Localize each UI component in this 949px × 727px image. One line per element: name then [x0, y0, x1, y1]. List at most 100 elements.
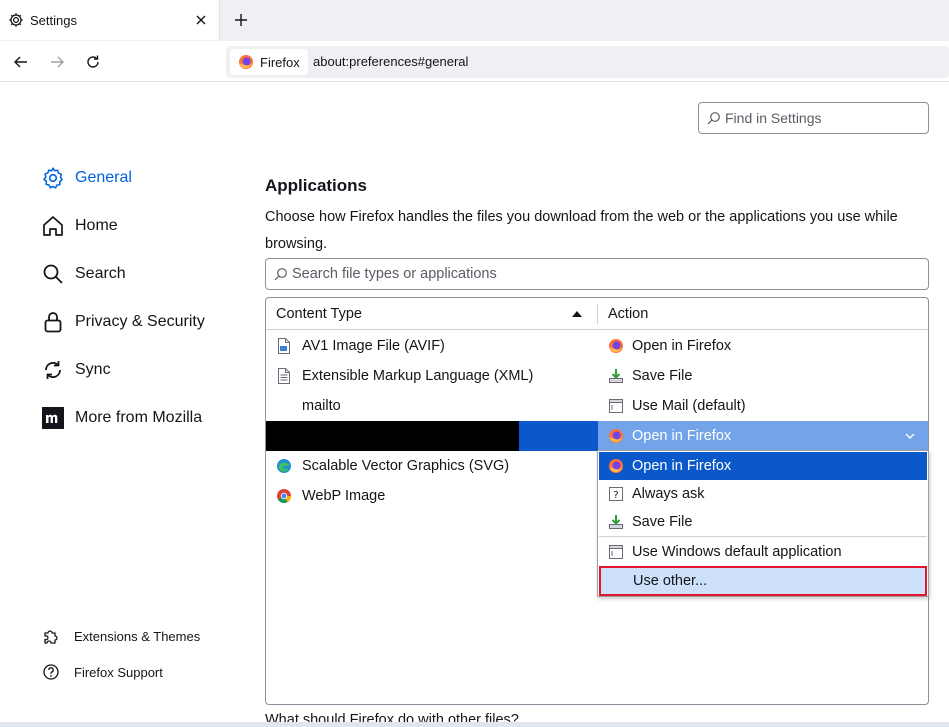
close-tab-icon[interactable]	[191, 10, 211, 30]
tab-title: Settings	[30, 12, 77, 28]
column-header-action[interactable]: Action	[608, 298, 648, 330]
action-cell[interactable]: Use Mail (default)	[608, 391, 746, 421]
option-label: Use Windows default application	[632, 544, 842, 560]
option-label: Use other...	[633, 573, 708, 589]
column-label: Content Type	[276, 306, 362, 322]
search-icon	[40, 261, 66, 287]
home-icon	[40, 213, 66, 239]
option-open-in-firefox[interactable]: Open in Firefox	[599, 452, 927, 480]
save-file-icon	[608, 514, 624, 530]
navigation-bar: Firefox about:preferences#general	[0, 41, 949, 82]
url-text[interactable]: about:preferences#general	[313, 54, 468, 69]
option-label: Always ask	[632, 486, 705, 502]
table-row[interactable]: mailto Use Mail (default)	[266, 391, 928, 421]
help-icon	[42, 663, 60, 681]
redacted-content-type	[266, 421, 519, 451]
content-type-cell: Extensible Markup Language (XML)	[276, 361, 533, 391]
table-row[interactable]: Extensible Markup Language (XML) Save Fi…	[266, 361, 928, 391]
firefox-support-link[interactable]: Firefox Support	[42, 663, 163, 681]
category-label: Privacy & Security	[75, 313, 205, 330]
content-type-label: WebP Image	[302, 488, 386, 504]
content-type-label: mailto	[302, 398, 341, 414]
firefox-support-label: Firefox Support	[74, 664, 163, 680]
identity-label: Firefox	[260, 54, 300, 70]
action-label: Use Mail (default)	[632, 398, 746, 414]
column-header-content-type[interactable]: Content Type	[276, 298, 596, 330]
table-row[interactable]: AV1 Image File (AVIF) Open in Firefox	[266, 331, 928, 361]
table-row-selected[interactable]: Open in Firefox	[266, 421, 928, 451]
chrome-icon	[276, 488, 292, 504]
category-label: More from Mozilla	[75, 409, 203, 426]
content-type-label: AV1 Image File (AVIF)	[302, 338, 445, 354]
sync-icon	[40, 357, 66, 383]
category-label: Home	[75, 217, 118, 234]
action-label: Open in Firefox	[632, 338, 732, 354]
action-dropdown[interactable]: Open in Firefox	[598, 421, 928, 451]
image-file-icon	[276, 338, 292, 354]
gear-icon	[8, 12, 24, 28]
search-icon	[707, 111, 721, 125]
category-general[interactable]: General	[40, 160, 230, 196]
search-file-types[interactable]	[265, 258, 929, 290]
app-window-icon	[608, 398, 624, 414]
content-type-cell: WebP Image	[276, 481, 385, 511]
content-type-cell: mailto	[276, 391, 341, 421]
content-type-label: Extensible Markup Language (XML)	[302, 368, 534, 384]
tab-settings[interactable]: Settings	[0, 0, 220, 40]
option-use-other[interactable]: Use other...	[599, 566, 927, 596]
find-in-settings[interactable]	[698, 102, 929, 134]
firefox-icon	[608, 428, 624, 444]
column-label: Action	[608, 306, 649, 322]
sort-ascending-icon	[572, 311, 582, 317]
forward-arrow-icon[interactable]	[46, 51, 68, 73]
category-label: Sync	[75, 361, 111, 378]
url-bar[interactable]: Firefox about:preferences#general	[226, 46, 949, 78]
option-label: Save File	[632, 514, 693, 530]
content-type-cell: AV1 Image File (AVIF)	[276, 331, 445, 361]
lock-icon	[40, 309, 66, 335]
document-file-icon	[276, 368, 292, 384]
action-label: Save File	[632, 368, 693, 384]
category-sync[interactable]: Sync	[40, 352, 230, 388]
option-use-windows-default[interactable]: Use Windows default application	[599, 538, 927, 566]
firefox-icon	[608, 458, 624, 474]
puzzle-icon	[42, 627, 60, 645]
table-header: Content Type Action	[266, 298, 928, 330]
category-more-from-mozilla[interactable]: More from Mozilla	[40, 400, 230, 436]
search-file-types-input[interactable]	[292, 266, 912, 282]
category-privacy-security[interactable]: Privacy & Security	[40, 304, 230, 340]
category-search[interactable]: Search	[40, 256, 230, 292]
firefox-icon	[608, 338, 624, 354]
applications-title: Applications	[265, 176, 368, 195]
option-always-ask[interactable]: ? Always ask	[599, 480, 927, 508]
tab-strip: Settings	[0, 0, 949, 41]
blank-icon	[276, 398, 292, 414]
category-label: Search	[75, 265, 126, 282]
find-in-settings-input[interactable]	[725, 110, 915, 126]
applications-description: Choose how Firefox handles the files you…	[265, 209, 898, 252]
content-type-cell: Scalable Vector Graphics (SVG)	[276, 451, 509, 481]
extensions-themes-label: Extensions & Themes	[74, 628, 201, 644]
gear-icon	[40, 165, 66, 191]
action-dropdown-list: Open in Firefox ? Always ask Save File U…	[597, 450, 929, 597]
taskbar-edge	[0, 722, 949, 727]
reload-icon[interactable]	[82, 51, 104, 73]
new-tab-icon[interactable]	[230, 9, 252, 31]
option-save-file[interactable]: Save File	[599, 508, 927, 536]
identity-box[interactable]: Firefox	[230, 49, 308, 75]
option-separator	[599, 536, 927, 537]
action-cell[interactable]: Open in Firefox	[608, 331, 731, 361]
back-arrow-icon[interactable]	[10, 51, 32, 73]
app-window-icon	[608, 544, 624, 560]
category-label: General	[75, 169, 132, 186]
search-icon	[274, 267, 288, 281]
action-dropdown-value: Open in Firefox	[632, 428, 732, 444]
category-home[interactable]: Home	[40, 208, 230, 244]
save-file-icon	[608, 368, 624, 384]
option-label: Open in Firefox	[632, 458, 732, 474]
extensions-themes-link[interactable]: Extensions & Themes	[42, 627, 200, 645]
content-type-label: Scalable Vector Graphics (SVG)	[302, 458, 510, 474]
ask-icon: ?	[608, 486, 624, 502]
column-divider[interactable]	[597, 304, 598, 324]
action-cell[interactable]: Save File	[608, 361, 692, 391]
